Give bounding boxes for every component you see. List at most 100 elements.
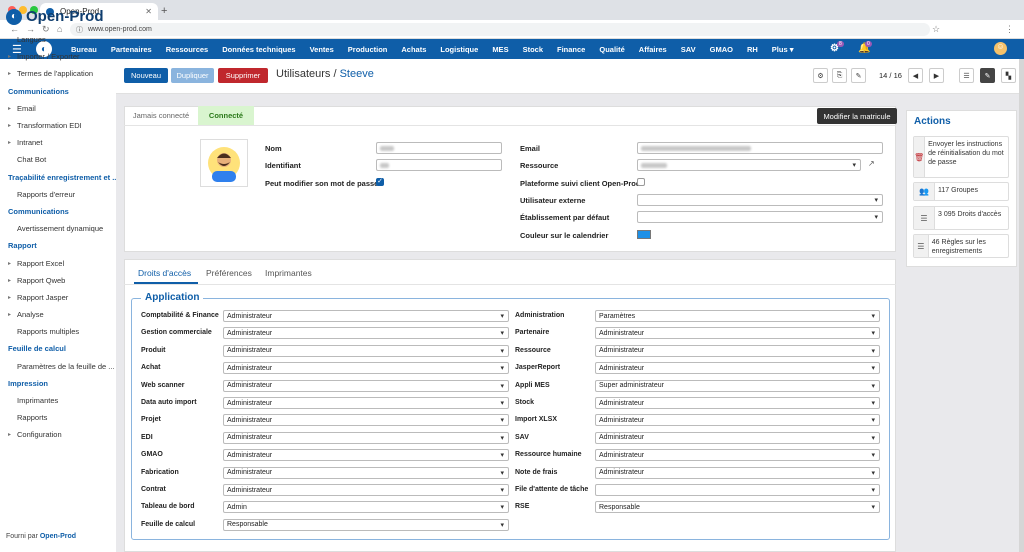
left-right-select[interactable]: Administrateur	[223, 344, 509, 357]
external-link-icon[interactable]: ↗	[868, 159, 875, 168]
sidebar-item-9[interactable]: Rapports d'erreur	[0, 186, 116, 203]
topnav-menu-7[interactable]: Logistique	[433, 45, 485, 54]
topnav-menu-3[interactable]: Données techniques	[215, 45, 302, 54]
list-view-icon[interactable]: ☰	[959, 68, 974, 83]
topnav-menu-4[interactable]: Ventes	[303, 45, 341, 54]
topnav-menu-13[interactable]: SAV	[674, 45, 703, 54]
topnav-menu-15[interactable]: RH	[740, 45, 765, 54]
new-button[interactable]: Nouveau	[124, 68, 168, 83]
magic-wand-icon[interactable]: ✎	[851, 68, 866, 83]
breadcrumb-parent[interactable]: Utilisateurs	[276, 68, 330, 80]
new-tab-icon[interactable]: +	[161, 5, 167, 17]
left-right-select[interactable]: Administrateur	[223, 397, 509, 409]
left-right-select[interactable]: Administrateur	[223, 310, 509, 322]
topnav-menu-11[interactable]: Qualité	[592, 45, 631, 54]
topnav-menu-9[interactable]: Stock	[516, 45, 550, 54]
identifiant-input[interactable]	[376, 159, 502, 171]
stage-connected[interactable]: Connecté	[198, 106, 254, 125]
sidebar-item-6[interactable]: ▸ Intranet	[0, 134, 116, 151]
right-right-select[interactable]: Administrateur	[595, 414, 880, 427]
topnav-menu-8[interactable]: MES	[485, 45, 515, 54]
pwd-change-checkbox[interactable]: ✓	[376, 178, 384, 186]
sidebar-item-14[interactable]: ▸ Rapport Qweb	[0, 272, 116, 289]
url-field[interactable]: ⓘ www.open-prod.com	[70, 23, 930, 36]
notification-bell-icon[interactable]: 🔔 0	[858, 41, 872, 54]
action-item-2[interactable]: ☰ 3 095 Droits d'accès	[913, 206, 1009, 230]
left-right-select[interactable]: Administrateur	[223, 431, 509, 444]
sidebar-item-2[interactable]: ▸ Termes de l'application	[0, 65, 116, 82]
sidebar-item-17[interactable]: Rapports multiples	[0, 323, 116, 340]
action-item-0[interactable]: 🗑 Envoyer les instructions de réinitialis…	[913, 136, 1009, 178]
sidebar-item-4[interactable]: ▸ Email	[0, 100, 116, 117]
action-item-1[interactable]: 👥 117 Groupes	[913, 182, 1009, 201]
browser-menu-icon[interactable]: ⋮	[1005, 24, 1014, 35]
right-right-select[interactable]: Responsable	[595, 501, 880, 514]
left-right-select[interactable]: Administrateur	[223, 466, 509, 479]
ressource-select[interactable]	[637, 159, 861, 171]
left-right-select[interactable]: Responsable	[223, 518, 509, 531]
topnav-menu-16[interactable]: Plus ▾	[765, 45, 801, 54]
right-right-select[interactable]: Administrateur	[595, 397, 880, 409]
left-right-select[interactable]: Administrateur	[223, 379, 509, 392]
user-avatar[interactable]: ☺	[994, 42, 1007, 55]
topnav-menu-5[interactable]: Production	[341, 45, 395, 54]
topnav-menu-6[interactable]: Achats	[394, 45, 433, 54]
sidebar-item-13[interactable]: ▸ Rapport Excel	[0, 254, 116, 271]
tab-droits-acces[interactable]: Droits d'accès	[138, 268, 191, 278]
pager-next-icon[interactable]: ▶	[929, 68, 944, 83]
brand[interactable]: ◐ Open-Prod	[6, 8, 104, 25]
attachment-icon[interactable]: ⎘	[832, 68, 847, 83]
calendar-color-picker[interactable]	[637, 230, 651, 239]
tab-preferences[interactable]: Préférences	[206, 268, 252, 278]
right-right-select[interactable]: Administrateur	[595, 327, 880, 340]
email-input[interactable]	[637, 142, 883, 154]
form-view-icon[interactable]: ✎	[980, 68, 995, 83]
pager-previous-icon[interactable]: ◀	[908, 68, 923, 83]
tab-imprimantes[interactable]: Imprimantes	[265, 268, 312, 278]
duplicate-button[interactable]: Dupliquer	[171, 68, 214, 83]
left-right-select[interactable]: Administrateur	[223, 484, 509, 496]
right-right-select[interactable]	[595, 484, 880, 496]
topnav-menu-12[interactable]: Affaires	[632, 45, 674, 54]
right-right-select[interactable]: Administrateur	[595, 362, 880, 375]
right-right-select[interactable]: Administrateur	[595, 466, 880, 479]
footer-brand-link[interactable]: Open-Prod	[40, 533, 76, 540]
tab-close-icon[interactable]: ✕	[145, 7, 152, 16]
activity-icon[interactable]: ⚙ 8	[830, 41, 844, 54]
sidebar-item-15[interactable]: ▸ Rapport Jasper	[0, 289, 116, 306]
externe-select[interactable]	[637, 194, 883, 206]
topnav-menu-10[interactable]: Finance	[550, 45, 592, 54]
sidebar-item-7[interactable]: Chat Bot	[0, 151, 116, 168]
sidebar-item-16[interactable]: ▸ Analyse	[0, 306, 116, 323]
sidebar-item-21[interactable]: Imprimantes	[0, 392, 116, 409]
page-scrollbar[interactable]	[1019, 59, 1024, 552]
right-right-select[interactable]: Paramètres	[595, 310, 880, 322]
left-right-select[interactable]: Administrateur	[223, 362, 509, 375]
plateforme-checkbox[interactable]	[637, 178, 645, 186]
stage-never-connected[interactable]: Jamais connecté	[124, 106, 198, 125]
sidebar-item-11[interactable]: Avertissement dynamique	[0, 220, 116, 237]
left-right-select[interactable]: Admin	[223, 501, 509, 514]
sidebar-item-19[interactable]: Paramètres de la feuille de ...	[0, 358, 116, 375]
gear-icon[interactable]: ⚙	[813, 68, 828, 83]
right-right-select[interactable]: Super administrateur	[595, 379, 880, 392]
user-photo[interactable]	[200, 139, 248, 187]
right-right-select[interactable]: Administrateur	[595, 344, 880, 357]
sidebar-item-22[interactable]: Rapports	[0, 409, 116, 426]
topnav-menu-14[interactable]: GMAO	[703, 45, 740, 54]
etablissement-select[interactable]	[637, 211, 883, 223]
sidebar-item-5[interactable]: ▸ Transformation EDI	[0, 117, 116, 134]
action-item-3[interactable]: ☰ 46 Règles sur les enregistrements	[913, 234, 1009, 258]
nom-input[interactable]	[376, 142, 502, 154]
sidebar-item-0[interactable]: Langues	[0, 31, 116, 48]
sidebar-item-1[interactable]: ▸ Importer / Exporter	[0, 48, 116, 65]
topnav-menu-2[interactable]: Ressources	[159, 45, 216, 54]
delete-button[interactable]: Supprimer	[218, 68, 268, 83]
right-right-select[interactable]: Administrateur	[595, 431, 880, 444]
right-right-select[interactable]: Administrateur	[595, 449, 880, 462]
sidebar-item-23[interactable]: ▸ Configuration	[0, 426, 116, 443]
modify-matricule-button[interactable]: Modifier la matricule	[817, 108, 897, 124]
bookmark-star-icon[interactable]: ☆	[932, 24, 940, 35]
kanban-view-icon[interactable]: ▚	[1001, 68, 1016, 83]
left-right-select[interactable]: Administrateur	[223, 414, 509, 427]
